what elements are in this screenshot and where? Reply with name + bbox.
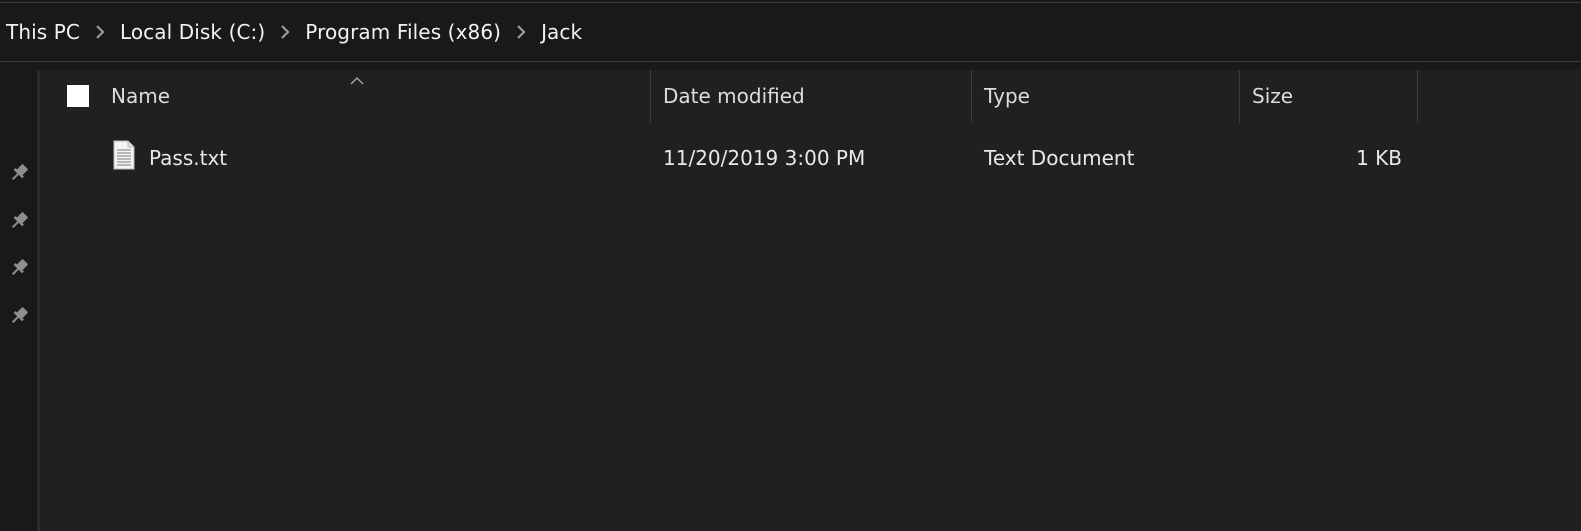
breadcrumb-item-program-files-x86[interactable]: Program Files (x86) xyxy=(305,20,501,44)
column-divider[interactable] xyxy=(650,70,651,123)
column-divider[interactable] xyxy=(971,70,972,123)
breadcrumb-item-jack[interactable]: Jack xyxy=(541,20,582,44)
navigation-pane xyxy=(0,66,37,531)
file-date-modified: 11/20/2019 3:00 PM xyxy=(663,146,866,170)
column-header-type[interactable]: Type xyxy=(984,84,1030,108)
pin-icon[interactable] xyxy=(8,305,30,327)
file-name[interactable]: Pass.txt xyxy=(149,146,227,170)
column-header-date-modified[interactable]: Date modified xyxy=(663,84,805,108)
text-file-icon xyxy=(112,140,136,170)
column-header-row: Name Date modified Type Size xyxy=(40,70,1581,124)
chevron-right-icon[interactable] xyxy=(88,20,112,44)
chevron-right-icon[interactable] xyxy=(273,20,297,44)
column-divider[interactable] xyxy=(1417,70,1418,123)
pin-icon[interactable] xyxy=(8,210,30,232)
chevron-right-icon[interactable] xyxy=(509,20,533,44)
file-explorer-window: This PC Local Disk (C:) Program Files (x… xyxy=(0,0,1581,531)
file-type: Text Document xyxy=(984,146,1135,170)
pin-icon[interactable] xyxy=(8,162,30,184)
column-header-name[interactable]: Name xyxy=(111,84,170,108)
column-header-size[interactable]: Size xyxy=(1252,84,1293,108)
breadcrumb-item-this-pc[interactable]: This PC xyxy=(6,20,80,44)
pin-icon[interactable] xyxy=(8,257,30,279)
breadcrumb-item-local-disk[interactable]: Local Disk (C:) xyxy=(120,20,265,44)
column-divider[interactable] xyxy=(1239,70,1240,123)
file-list: Name Date modified Type Size Pass.txt 11… xyxy=(40,70,1581,531)
select-all-checkbox[interactable] xyxy=(67,85,89,107)
file-size: 1 KB xyxy=(1356,146,1402,170)
breadcrumb[interactable]: This PC Local Disk (C:) Program Files (x… xyxy=(0,3,1581,62)
list-item[interactable]: Pass.txt 11/20/2019 3:00 PM Text Documen… xyxy=(40,134,1420,180)
